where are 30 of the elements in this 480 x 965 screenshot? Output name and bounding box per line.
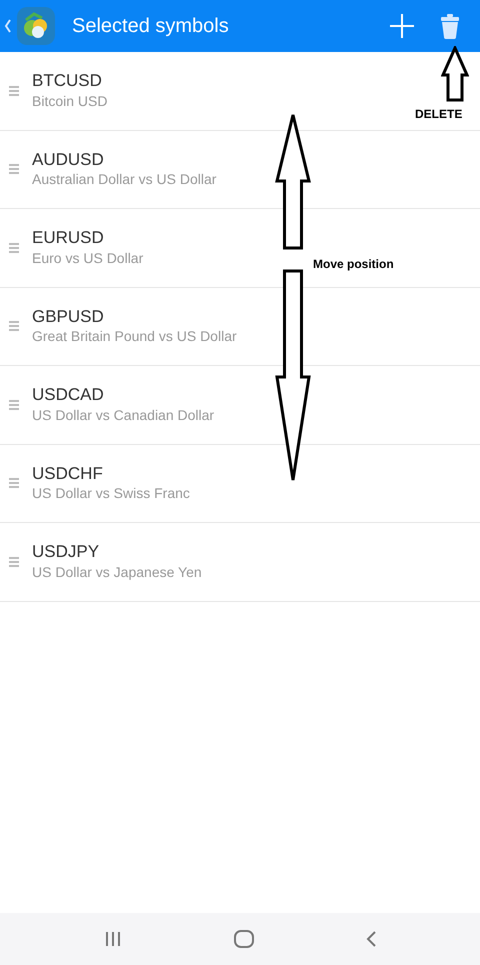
- symbol-description: Euro vs US Dollar: [32, 248, 144, 268]
- drag-handle-icon[interactable]: [8, 242, 20, 253]
- symbol-name: USDJPY: [32, 542, 100, 563]
- symbol-name: USDCAD: [32, 385, 105, 406]
- drag-handle-icon[interactable]: [8, 478, 20, 488]
- drag-handle-icon[interactable]: [8, 556, 20, 567]
- home-button[interactable]: [233, 927, 255, 951]
- symbol-name: BTCUSD: [32, 71, 103, 92]
- delete-button[interactable]: [440, 12, 460, 40]
- add-button[interactable]: [388, 12, 416, 40]
- symbol-description: US Dollar vs Japanese Yen: [32, 562, 202, 582]
- symbol-name: EURUSD: [32, 228, 105, 249]
- symbol-name: GBPUSD: [32, 306, 105, 328]
- symbol-description: Great Britain Pound vs US Dollar: [32, 327, 237, 346]
- drag-handle-icon[interactable]: [8, 86, 20, 96]
- symbol-description: US Dollar vs Canadian Dollar: [32, 406, 214, 424]
- symbol-description: Australian Dollar vs US Dollar: [32, 170, 216, 189]
- symbol-description: Bitcoin USD: [32, 92, 108, 110]
- symbol-description: US Dollar vs Swiss Franc: [32, 484, 190, 503]
- symbol-name: USDCHF: [32, 464, 104, 484]
- screen-title: Selected symbols: [72, 14, 229, 39]
- symbol-row[interactable]: USDJPY US Dollar vs Japanese Yen: [0, 523, 480, 602]
- annotation-label: Move position: [313, 256, 394, 273]
- drag-handle-icon[interactable]: [8, 400, 20, 410]
- drag-handle-icon[interactable]: [8, 321, 20, 332]
- symbol-name: AUDUSD: [32, 150, 105, 170]
- annotation-label: DELETE: [415, 106, 462, 123]
- app-logo-icon: [16, 6, 56, 46]
- drag-handle-icon[interactable]: [8, 164, 20, 174]
- up-arrow: [441, 46, 469, 102]
